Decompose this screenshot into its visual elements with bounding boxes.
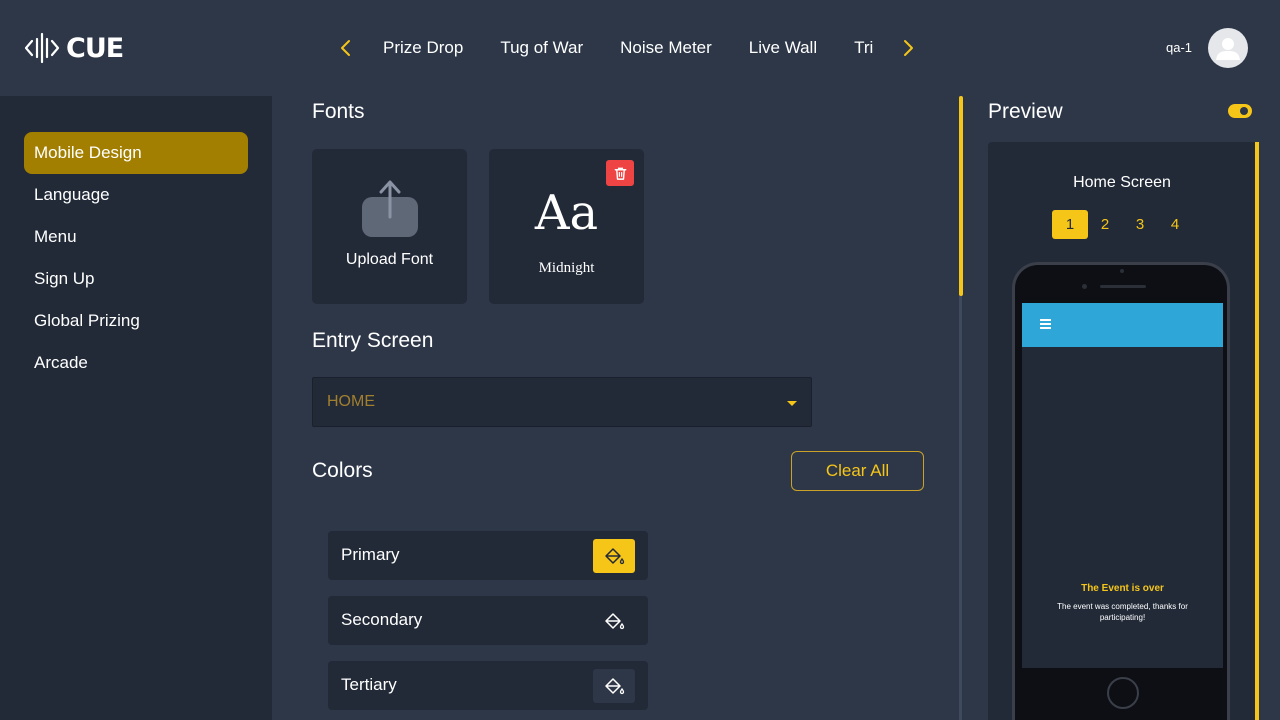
hamburger-menu-icon[interactable] <box>1040 319 1051 329</box>
preview-title: Preview <box>988 100 1063 123</box>
user-name: qa-1 <box>1166 40 1193 55</box>
clear-all-button[interactable]: Clear All <box>791 451 924 491</box>
page-button-4[interactable]: 4 <box>1157 210 1193 239</box>
logo[interactable]: CUE <box>24 30 124 66</box>
main-content: Fonts Upload Font Aa Midnight Entry Scre… <box>272 96 960 720</box>
logo-text: CUE <box>66 32 124 64</box>
font-sample: Aa <box>534 185 599 241</box>
phone-speaker <box>1100 285 1146 288</box>
nav-item-live-wall[interactable]: Live Wall <box>749 36 817 60</box>
phone-mockup: The Event is over The event was complete… <box>1012 262 1230 720</box>
scrollbar-thumb[interactable] <box>959 96 963 296</box>
nav-item-prize-drop[interactable]: Prize Drop <box>383 36 463 60</box>
page-button-2[interactable]: 2 <box>1087 210 1123 239</box>
sidebar-item-menu[interactable]: Menu <box>24 216 248 258</box>
feature-nav: Prize Drop Tug of War Noise Meter Live Wall… <box>383 36 884 62</box>
font-card-midnight[interactable]: Aa Midnight <box>489 149 644 304</box>
entry-screen-select[interactable]: HOME <box>312 377 812 427</box>
phone-home-button[interactable] <box>1107 677 1139 709</box>
toggle-knob <box>1240 107 1248 115</box>
color-row-primary: Primary <box>328 531 648 580</box>
nav-item-tug-of-war[interactable]: Tug of War <box>500 36 583 60</box>
user-icon <box>1216 38 1240 60</box>
entry-screen-value: HOME <box>327 393 375 410</box>
top-header: CUE Prize Drop Tug of War Noise Meter Live … <box>0 0 1280 96</box>
sidebar-item-mobile-design[interactable]: Mobile Design <box>24 132 248 174</box>
nav-item-noise-meter[interactable]: Noise Meter <box>620 36 712 60</box>
avatar[interactable] <box>1208 28 1248 68</box>
colors-title: Colors <box>312 459 373 482</box>
chevron-left-icon[interactable] <box>334 36 358 60</box>
sidebar: Mobile Design Language Menu Sign Up Glob… <box>0 96 272 720</box>
trash-icon <box>614 167 626 180</box>
event-message: The event was completed, thanks for part… <box>1057 602 1188 622</box>
paint-bucket-icon <box>605 678 625 695</box>
entry-screen-title: Entry Screen <box>312 329 434 352</box>
preview-accent-edge <box>1255 142 1259 720</box>
caret-down-icon <box>787 401 797 406</box>
logo-icon <box>24 32 60 64</box>
sidebar-item-arcade[interactable]: Arcade <box>24 342 248 384</box>
app-bar <box>1022 303 1223 347</box>
event-title: The Event is over <box>1081 583 1164 594</box>
font-name: Midnight <box>538 260 595 276</box>
chevron-right-icon[interactable] <box>896 36 920 60</box>
color-label: Tertiary <box>341 675 397 694</box>
nav-item-trivia[interactable]: Tri <box>854 36 873 60</box>
paint-bucket-icon <box>605 548 625 565</box>
color-label: Primary <box>341 545 400 564</box>
color-row-secondary: Secondary <box>328 596 648 645</box>
upload-font-label: Upload Font <box>345 251 434 268</box>
fonts-title: Fonts <box>312 100 365 123</box>
upload-font-card[interactable]: Upload Font <box>312 149 467 304</box>
phone-screen: The Event is over The event was complete… <box>1022 303 1223 668</box>
screen-title: Home Screen <box>1073 174 1171 191</box>
paint-bucket-icon <box>605 613 625 630</box>
delete-font-button[interactable] <box>606 160 634 186</box>
sidebar-item-language[interactable]: Language <box>24 174 248 216</box>
color-picker-tertiary[interactable] <box>593 669 635 703</box>
upload-icon <box>362 180 418 237</box>
sidebar-item-sign-up[interactable]: Sign Up <box>24 258 248 300</box>
preview-toggle[interactable] <box>1228 104 1252 118</box>
color-row-tertiary: Tertiary <box>328 661 648 710</box>
page-button-1[interactable]: 1 <box>1052 210 1088 239</box>
color-label: Secondary <box>341 610 423 629</box>
preview-panel: Home Screen 1 2 3 4 The Event is over Th… <box>988 142 1258 720</box>
phone-camera <box>1082 284 1087 289</box>
color-picker-primary[interactable] <box>593 539 635 573</box>
color-picker-secondary[interactable] <box>593 604 635 638</box>
page-button-3[interactable]: 3 <box>1122 210 1158 239</box>
phone-sensor <box>1120 269 1124 273</box>
sidebar-item-global-prizing[interactable]: Global Prizing <box>24 300 248 342</box>
